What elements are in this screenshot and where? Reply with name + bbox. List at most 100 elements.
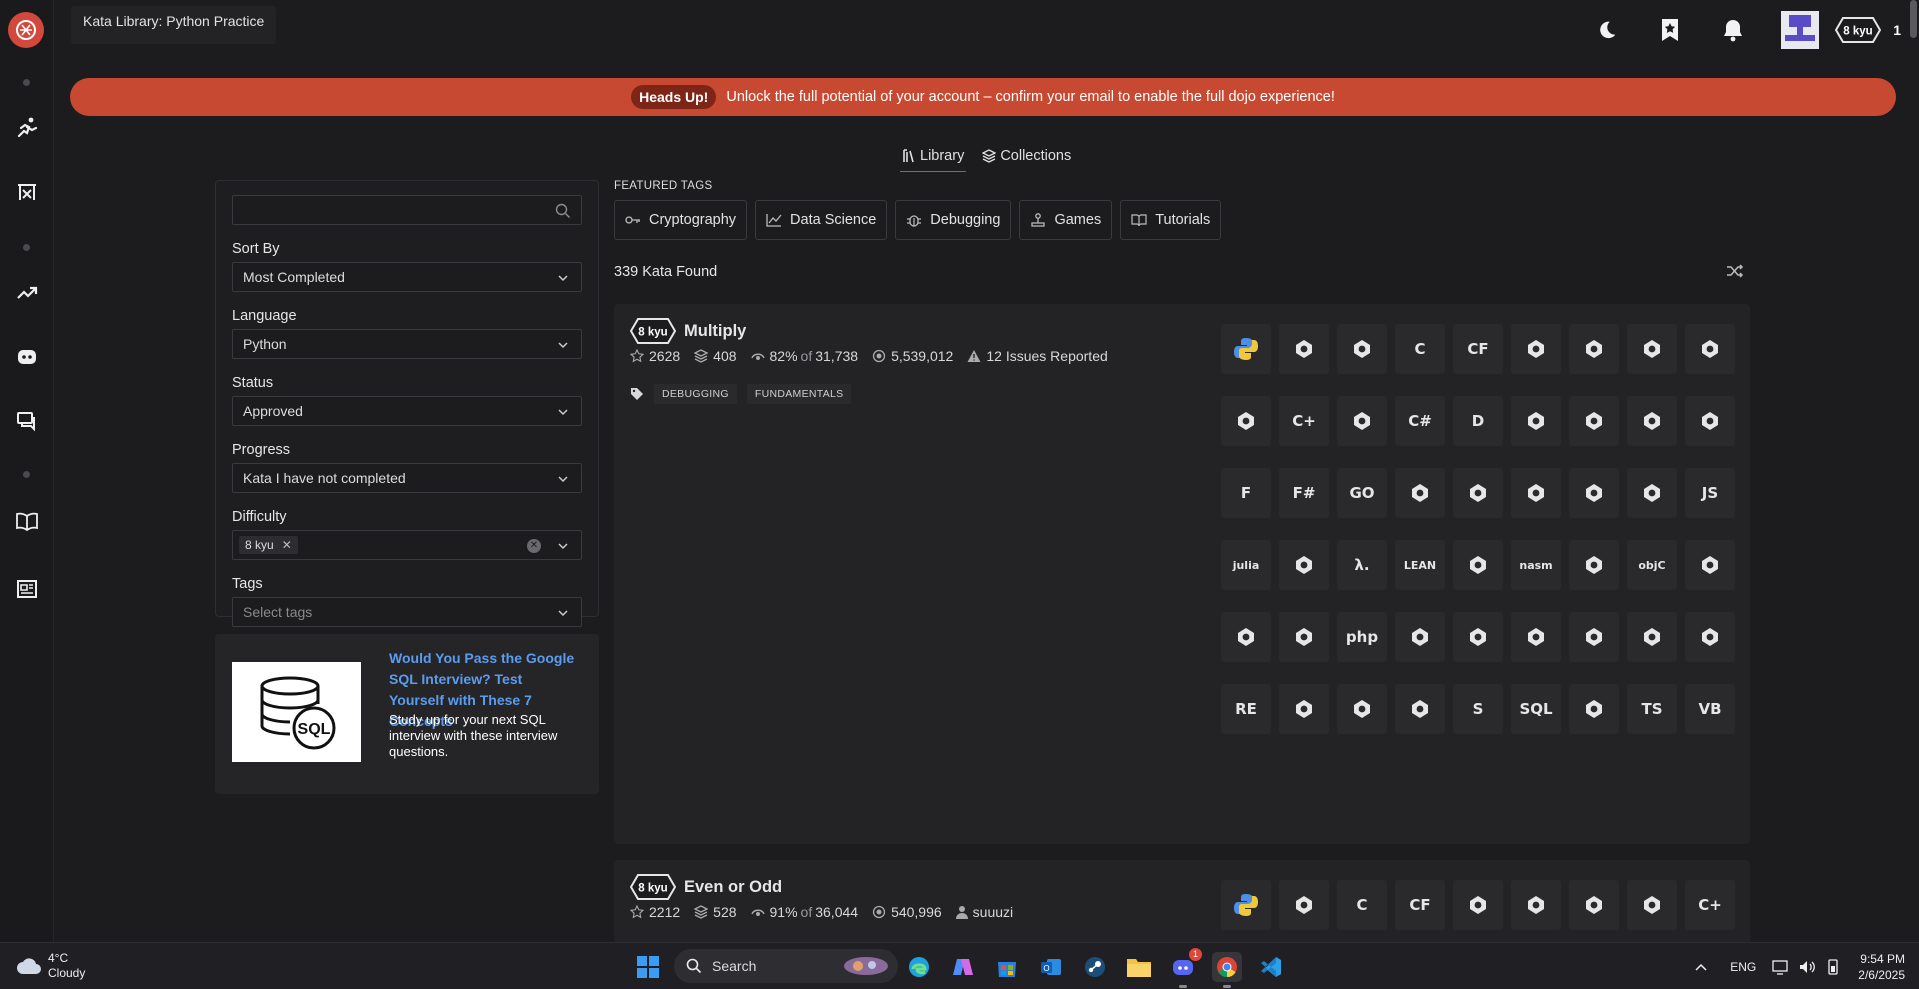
kata-title-link[interactable]: Multiply bbox=[684, 322, 746, 341]
tab-library[interactable]: Library bbox=[900, 140, 967, 172]
clojure-language-icon[interactable] bbox=[1511, 324, 1561, 374]
dart-language-icon[interactable]: D bbox=[1453, 396, 1503, 446]
discord-app-icon[interactable]: 1 bbox=[1168, 948, 1202, 988]
crystal-language-icon[interactable] bbox=[1627, 880, 1677, 930]
nasm-language-icon[interactable]: nasm bbox=[1511, 540, 1561, 590]
taskbar-search[interactable]: Search bbox=[674, 949, 898, 983]
scrollbar-thumb[interactable] bbox=[1910, 0, 1917, 38]
chrome-browser-icon[interactable] bbox=[1212, 952, 1242, 988]
input-language[interactable]: ENG bbox=[1730, 960, 1756, 974]
shuffle-icon[interactable] bbox=[1726, 263, 1744, 282]
kata-tag[interactable]: FUNDAMENTALS bbox=[746, 384, 852, 404]
tag-games[interactable]: Games bbox=[1019, 200, 1113, 240]
factor-language-icon[interactable] bbox=[1627, 396, 1677, 446]
go-language-icon[interactable]: GO bbox=[1337, 468, 1387, 518]
idris-language-icon[interactable] bbox=[1569, 468, 1619, 518]
objc-language-icon[interactable]: objC bbox=[1627, 540, 1677, 590]
bf-language-icon[interactable] bbox=[1337, 324, 1387, 374]
docs-book-icon[interactable] bbox=[13, 507, 41, 535]
powershell-language-icon[interactable] bbox=[1395, 612, 1445, 662]
cfml-language-icon[interactable]: CF bbox=[1395, 880, 1445, 930]
groovy-language-icon[interactable] bbox=[1395, 468, 1445, 518]
fortran-language-icon[interactable]: F bbox=[1221, 468, 1271, 518]
vb-language-icon[interactable]: VB bbox=[1685, 684, 1735, 734]
author-stat[interactable]: suuuzi bbox=[955, 904, 1013, 920]
lua-language-icon[interactable] bbox=[1453, 540, 1503, 590]
tag-debugging[interactable]: Debugging bbox=[895, 200, 1012, 240]
c-language-icon[interactable]: C bbox=[1337, 880, 1387, 930]
vscode-icon[interactable] bbox=[1256, 952, 1286, 982]
raku-language-icon[interactable] bbox=[1685, 612, 1735, 662]
cplusplus-language-icon[interactable]: C+ bbox=[1685, 880, 1735, 930]
codewars-logo-icon[interactable] bbox=[8, 12, 44, 48]
dark-mode-moon-icon[interactable] bbox=[1592, 15, 1622, 45]
kata-title-link[interactable]: Even or Odd bbox=[684, 878, 782, 897]
difficulty-select[interactable]: 8 kyu ✕ ✕ bbox=[232, 530, 582, 560]
julia-language-icon[interactable]: julia bbox=[1221, 540, 1271, 590]
fsharp-language-icon[interactable]: F# bbox=[1279, 468, 1329, 518]
agda-language-icon[interactable] bbox=[1279, 324, 1329, 374]
swift-language-icon[interactable] bbox=[1569, 684, 1619, 734]
clojure-language-icon[interactable] bbox=[1453, 880, 1503, 930]
commonlisp-language-icon[interactable] bbox=[1569, 880, 1619, 930]
edge-browser-icon[interactable] bbox=[904, 952, 934, 982]
nim-language-icon[interactable] bbox=[1569, 540, 1619, 590]
elm-language-icon[interactable] bbox=[1511, 396, 1561, 446]
lean-language-icon[interactable]: LEAN bbox=[1395, 540, 1445, 590]
kotlin-language-icon[interactable] bbox=[1279, 540, 1329, 590]
practice-dojo-icon[interactable] bbox=[13, 178, 41, 206]
haskell-language-icon[interactable] bbox=[1453, 468, 1503, 518]
javascript-language-icon[interactable]: JS bbox=[1685, 468, 1735, 518]
search-icon[interactable] bbox=[555, 203, 571, 219]
csharp-language-icon[interactable]: C# bbox=[1395, 396, 1445, 446]
network-monitor-icon[interactable] bbox=[1772, 959, 1790, 975]
sort-by-select[interactable]: Most Completed bbox=[232, 262, 582, 292]
blog-news-icon[interactable] bbox=[13, 575, 41, 603]
scala-language-icon[interactable] bbox=[1337, 684, 1387, 734]
sql-language-icon[interactable]: SQL bbox=[1511, 684, 1561, 734]
clear-selection-icon[interactable]: ✕ bbox=[527, 539, 541, 553]
bf-language-icon[interactable] bbox=[1279, 880, 1329, 930]
file-explorer-folder-icon[interactable] bbox=[1124, 952, 1154, 982]
issues-stat[interactable]: 12 Issues Reported bbox=[967, 348, 1108, 364]
r-language-icon[interactable] bbox=[1569, 612, 1619, 662]
kata-tag[interactable]: DEBUGGING bbox=[654, 384, 737, 404]
taskbar-clock[interactable]: 9:54 PM 2/6/2025 bbox=[1858, 951, 1905, 983]
kata-search-input[interactable] bbox=[233, 196, 581, 224]
bookmark-star-icon[interactable] bbox=[1655, 15, 1685, 45]
start-windows-icon[interactable] bbox=[636, 955, 660, 982]
language-select[interactable]: Python bbox=[232, 329, 582, 359]
remove-chip-icon[interactable]: ✕ bbox=[282, 538, 292, 552]
elixir-language-icon[interactable] bbox=[1221, 396, 1271, 446]
cobol-language-icon[interactable] bbox=[1337, 396, 1387, 446]
ocaml-language-icon[interactable] bbox=[1685, 540, 1735, 590]
erlang-language-icon[interactable] bbox=[1569, 396, 1619, 446]
notifications-bell-icon[interactable] bbox=[1718, 15, 1748, 45]
forth-language-icon[interactable] bbox=[1685, 396, 1735, 446]
python-language-icon[interactable] bbox=[1221, 324, 1271, 374]
tag-cryptography[interactable]: Cryptography bbox=[614, 200, 748, 240]
leaderboard-trend-icon[interactable] bbox=[13, 279, 41, 307]
c-language-icon[interactable]: C bbox=[1395, 324, 1445, 374]
crystal-language-icon[interactable] bbox=[1685, 324, 1735, 374]
reason-language-icon[interactable]: RE bbox=[1221, 684, 1271, 734]
java-language-icon[interactable] bbox=[1627, 468, 1677, 518]
user-avatar[interactable] bbox=[1781, 11, 1820, 49]
stars-stat[interactable]: 2212 bbox=[630, 904, 680, 920]
prolog-language-icon[interactable] bbox=[1453, 612, 1503, 662]
copilot-icon[interactable] bbox=[948, 952, 978, 982]
perl-language-icon[interactable] bbox=[1279, 612, 1329, 662]
train-icon[interactable] bbox=[13, 114, 41, 142]
page-scrollbar[interactable] bbox=[1908, 0, 1919, 942]
racket-language-icon[interactable] bbox=[1627, 612, 1677, 662]
weather-widget[interactable]: 4°C Cloudy bbox=[16, 951, 85, 981]
lambdacalc-language-icon[interactable]: λ. bbox=[1337, 540, 1387, 590]
shell-language-icon[interactable] bbox=[1395, 684, 1445, 734]
solidity-language-icon[interactable]: S bbox=[1453, 684, 1503, 734]
tab-collections[interactable]: Collections bbox=[980, 140, 1073, 172]
coffeescript-language-icon[interactable] bbox=[1511, 880, 1561, 930]
banner-message[interactable]: Unlock the full potential of your accoun… bbox=[726, 89, 1335, 105]
stars-stat[interactable]: 2628 bbox=[630, 348, 680, 364]
tag-data-science[interactable]: Data Science bbox=[755, 200, 888, 240]
promo-card[interactable]: SQL Would You Pass the Google SQL Interv… bbox=[215, 634, 599, 794]
